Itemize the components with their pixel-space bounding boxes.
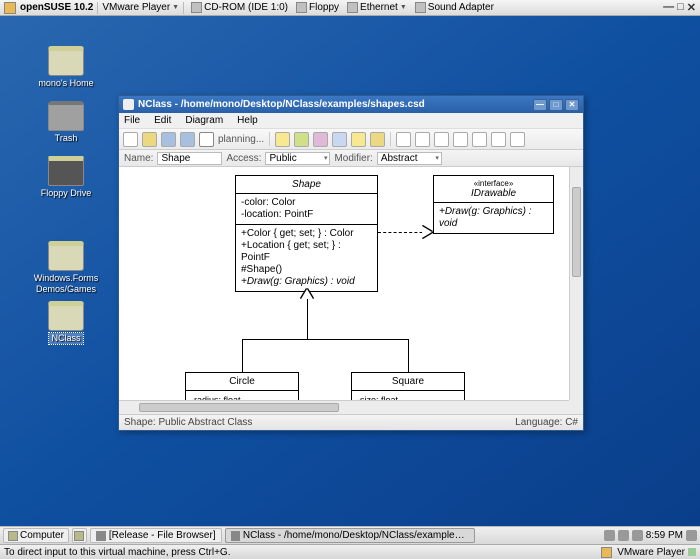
device-floppy[interactable]: Floppy	[293, 2, 342, 13]
uml-generalization-arrow-icon	[301, 289, 313, 299]
scrollbar-corner	[569, 400, 583, 414]
app-statusbar: Shape: Public Abstract Class Language: C…	[119, 414, 583, 430]
uml-gen-left[interactable]	[242, 339, 243, 372]
relation-aggreg-icon[interactable]	[434, 132, 449, 147]
menubar: File Edit Diagram Help	[119, 113, 583, 129]
device-ethernet[interactable]: Ethernet▼	[344, 2, 410, 13]
desktop-icon-nclass[interactable]: NClass	[38, 301, 94, 344]
computer-menu[interactable]: Computer	[3, 528, 69, 543]
vmware-icon	[4, 2, 16, 14]
close-icon[interactable]: ✕	[687, 1, 696, 14]
status-right: Language: C#	[515, 417, 578, 428]
desktop-icon-home[interactable]: mono's Home	[38, 46, 94, 89]
desktop-icon-floppy[interactable]: Floppy Drive	[38, 156, 94, 199]
vmware-toolbar: openSUSE 10.2 VMware Player▼ CD-ROM (IDE…	[0, 0, 700, 16]
open-icon[interactable]	[142, 132, 157, 147]
relation-assoc-icon[interactable]	[396, 132, 411, 147]
panel-clock[interactable]: 8:59 PM	[646, 530, 683, 541]
uml-shape-name: Shape	[292, 179, 321, 190]
menu-diagram[interactable]: Diagram	[185, 115, 223, 126]
vmware-statusbar: To direct input to this virtual machine,…	[0, 544, 700, 559]
add-struct-icon[interactable]	[313, 132, 328, 147]
prop-access-label: Access:	[226, 153, 261, 164]
vm-hint: To direct input to this virtual machine,…	[4, 547, 230, 558]
add-delegate-icon[interactable]	[351, 132, 366, 147]
vm-title: openSUSE 10.2	[20, 2, 93, 13]
diagram-canvas[interactable]: Shape -color: Color -location: PointF +C…	[119, 167, 583, 414]
add-comment-icon[interactable]	[370, 132, 385, 147]
taskbar-item-filebrowser[interactable]: [Release - File Browser]	[90, 528, 222, 543]
taskbar-item-nclass[interactable]: NClass - /home/mono/Desktop/NClass/examp…	[225, 528, 475, 543]
window-title: NClass - /home/mono/Desktop/NClass/examp…	[138, 99, 425, 110]
prop-modifier-select[interactable]: Abstract	[377, 152, 442, 165]
device-cdrom[interactable]: CD-ROM (IDE 1:0)	[188, 2, 291, 13]
window-titlebar[interactable]: NClass - /home/mono/Desktop/NClass/examp…	[119, 96, 583, 113]
relation-general-icon[interactable]	[453, 132, 468, 147]
vmware-logo-icon	[601, 547, 612, 558]
menu-edit[interactable]: Edit	[154, 115, 171, 126]
prop-name-field[interactable]: Shape	[157, 152, 222, 165]
window-close-icon[interactable]: ✕	[565, 99, 579, 111]
prop-modifier-label: Modifier:	[334, 153, 372, 164]
uml-gen-cross[interactable]	[242, 339, 408, 340]
horizontal-scrollbar[interactable]	[119, 400, 569, 414]
menu-file[interactable]: File	[124, 115, 140, 126]
tray-volume-icon[interactable]	[632, 530, 643, 541]
relation-nesting-icon[interactable]	[510, 132, 525, 147]
maximize-icon[interactable]: □	[677, 1, 684, 14]
menu-help[interactable]: Help	[237, 115, 258, 126]
vmware-player-label[interactable]: VMware Player	[102, 2, 170, 13]
vertical-scrollbar[interactable]	[569, 167, 583, 400]
uml-square-name: Square	[392, 376, 424, 387]
uml-circle-name: Circle	[229, 376, 255, 387]
print-icon[interactable]	[199, 132, 214, 147]
desktop-icon-trash[interactable]: Trash	[38, 101, 94, 144]
desktop-icon-winforms[interactable]: Windows.Forms Demos/Games	[30, 241, 102, 295]
gnome-panel: Computer [Release - File Browser] NClass…	[0, 526, 700, 544]
device-sound[interactable]: Sound Adapter	[412, 2, 497, 13]
add-class-icon[interactable]	[275, 132, 290, 147]
guest-desktop[interactable]: mono's Home Trash Floppy Drive Windows.F…	[0, 16, 700, 526]
add-interface-icon[interactable]	[294, 132, 309, 147]
toolbar: planning...	[119, 129, 583, 150]
vm-brand: VMware Player	[617, 547, 685, 558]
scrollbar-thumb[interactable]	[572, 187, 581, 277]
relation-compose-icon[interactable]	[415, 132, 430, 147]
properties-bar: Name: Shape Access: Public Modifier: Abs…	[119, 150, 583, 167]
new-icon[interactable]	[123, 132, 138, 147]
add-enum-icon[interactable]	[332, 132, 347, 147]
window-minimize-icon[interactable]: —	[533, 99, 547, 111]
tray-user-icon[interactable]	[686, 530, 697, 541]
app-icon	[123, 99, 134, 110]
uml-gen-trunk[interactable]	[307, 299, 308, 339]
prop-access-select[interactable]: Public	[265, 152, 330, 165]
window-maximize-icon[interactable]: □	[549, 99, 563, 111]
nclass-window: NClass - /home/mono/Desktop/NClass/examp…	[118, 95, 584, 431]
uml-gen-right[interactable]	[408, 339, 409, 372]
relation-real-icon[interactable]	[472, 132, 487, 147]
status-left: Shape: Public Abstract Class	[124, 417, 252, 428]
uml-class-shape[interactable]: Shape -color: Color -location: PointF +C…	[235, 175, 378, 292]
uml-realization-arrow-icon	[422, 226, 432, 238]
show-desktop-button[interactable]	[72, 528, 87, 543]
prop-name-label: Name:	[124, 153, 153, 164]
minimize-icon[interactable]: —	[663, 1, 674, 14]
uml-idrawable-name: IDrawable	[471, 188, 516, 199]
scrollbar-thumb[interactable]	[139, 403, 339, 412]
tray-update-icon[interactable]	[618, 530, 629, 541]
saveas-icon[interactable]	[180, 132, 195, 147]
save-icon[interactable]	[161, 132, 176, 147]
vmware-window-controls: — □ ✕	[663, 1, 696, 14]
vmware-grabber-icon	[688, 548, 696, 556]
relation-depend-icon[interactable]	[491, 132, 506, 147]
current-filename: planning...	[218, 134, 264, 145]
tray-network-icon[interactable]	[604, 530, 615, 541]
uml-interface-idrawable[interactable]: «interface»IDrawable +Draw(g: Graphics) …	[433, 175, 554, 234]
